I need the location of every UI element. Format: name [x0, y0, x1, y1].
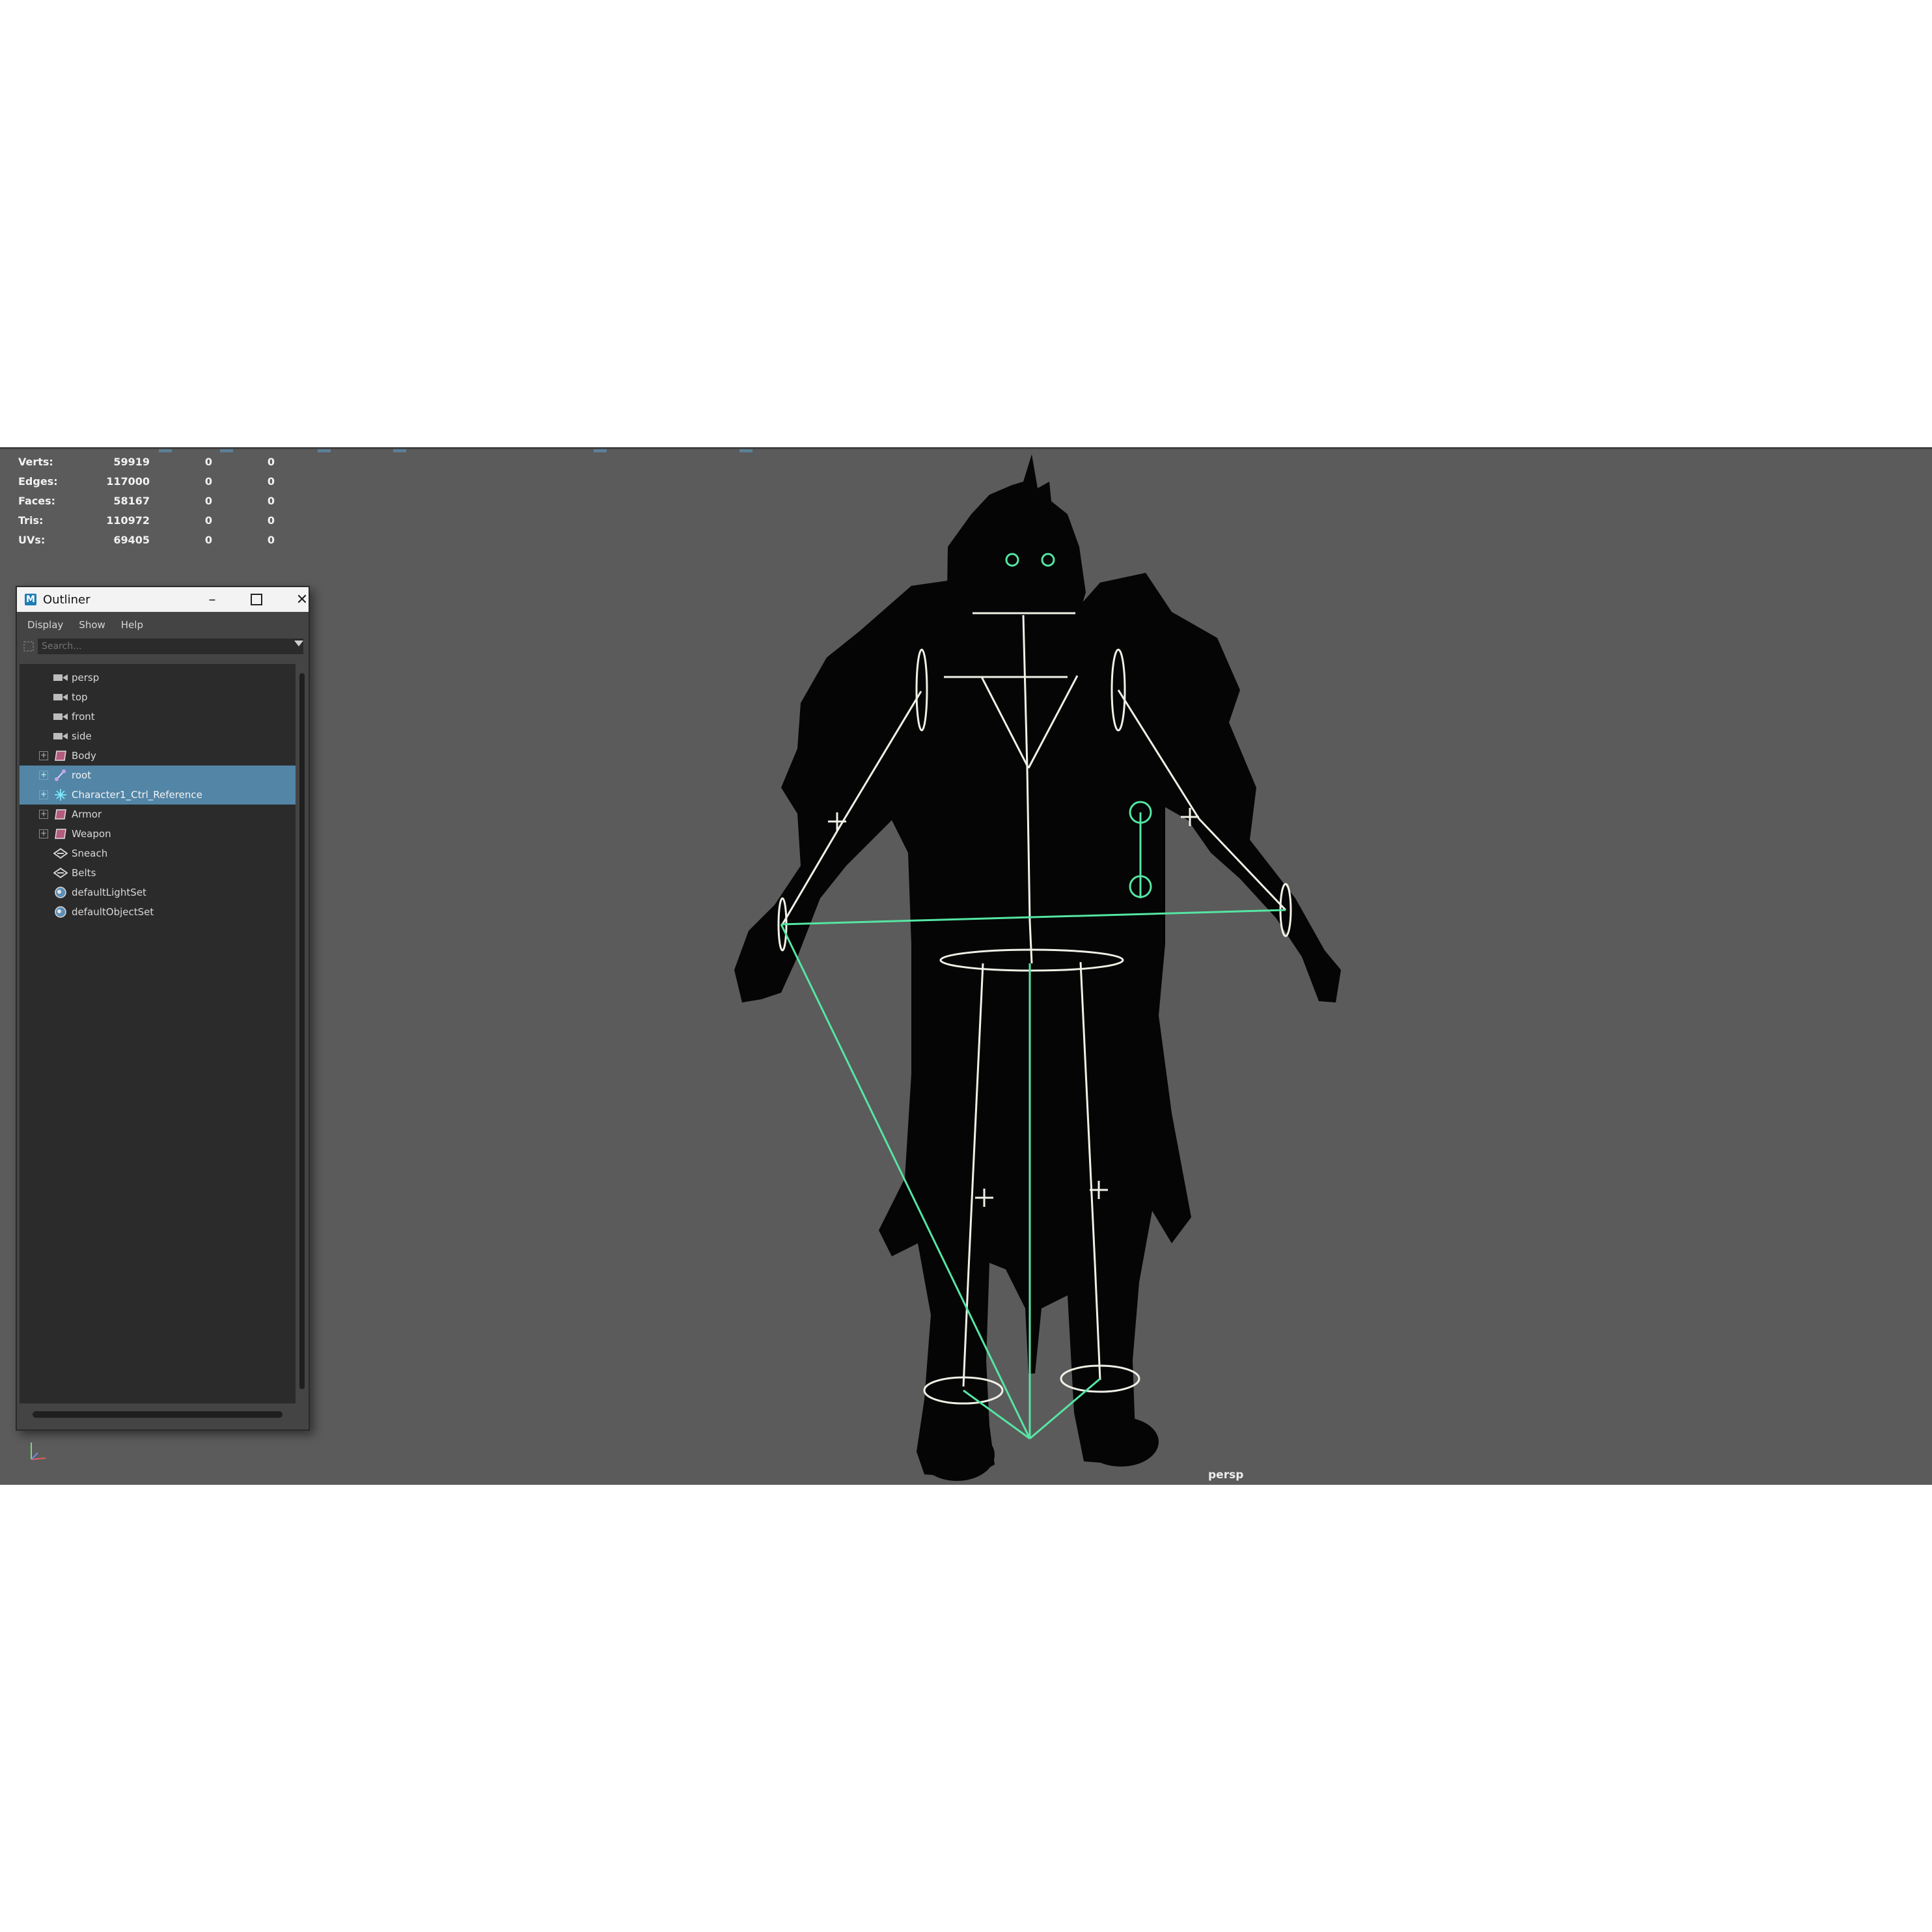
axis-gizmo-icon: [31, 1442, 46, 1460]
hik-control-icon: [53, 788, 68, 801]
joint-icon: [53, 769, 68, 782]
item-label: Armor: [72, 808, 102, 820]
outliner-item-armor[interactable]: + Armor: [20, 805, 296, 824]
outliner-item-root[interactable]: + root: [20, 766, 296, 785]
close-icon[interactable]: ✕: [283, 587, 322, 612]
outliner-item-list[interactable]: persp top front side + Body + root + Cha…: [20, 664, 296, 1403]
mesh-group-icon: [53, 827, 68, 840]
hud-value: 0: [204, 514, 212, 527]
outliner-item-sneach[interactable]: Sneach: [20, 844, 296, 863]
hud-value: 0: [204, 494, 212, 507]
outliner-item-character1-ctrl-reference[interactable]: + Character1_Ctrl_Reference: [20, 785, 296, 805]
hud-value: 117000: [106, 475, 150, 488]
scrollbar-thumb[interactable]: [33, 1411, 283, 1418]
menu-display[interactable]: Display: [27, 619, 63, 631]
hud-value: 0: [267, 533, 275, 546]
item-label: defaultLightSet: [72, 887, 146, 898]
item-label: side: [72, 730, 92, 742]
outliner-item-persp[interactable]: persp: [20, 668, 296, 687]
menu-show[interactable]: Show: [79, 619, 105, 631]
expand-plus-icon[interactable]: +: [39, 790, 48, 799]
hud-row-edges: Edges: 117000 0 0: [18, 471, 275, 491]
expand-plus-icon[interactable]: +: [39, 751, 48, 760]
item-label: Character1_Ctrl_Reference: [72, 789, 202, 801]
outliner-item-side[interactable]: side: [20, 726, 296, 746]
outliner-item-defaultobjectset[interactable]: defaultObjectSet: [20, 902, 296, 922]
maya-logo-icon: M: [25, 594, 36, 605]
hud-value: 0: [204, 455, 212, 468]
outliner-window[interactable]: M Outliner – ✕ Display Show Help persp t…: [16, 586, 310, 1431]
outliner-item-front[interactable]: front: [20, 707, 296, 726]
item-label: persp: [72, 672, 100, 683]
outliner-menubar: Display Show Help: [17, 612, 309, 638]
set-icon: [53, 886, 68, 899]
item-label: Body: [72, 750, 96, 762]
mesh-group-icon: [53, 808, 68, 821]
horizontal-scrollbar[interactable]: [20, 1407, 296, 1420]
camera-icon: [53, 710, 68, 723]
vertical-scrollbar[interactable]: [296, 664, 309, 1403]
expand-plus-icon[interactable]: +: [39, 829, 48, 838]
hud-value: 0: [204, 533, 212, 546]
hud-label: UVs:: [18, 533, 46, 546]
item-label: Belts: [72, 867, 96, 879]
search-options-dropdown-icon[interactable]: [294, 641, 303, 646]
hud-label: Verts:: [18, 455, 53, 468]
camera-icon: [53, 671, 68, 684]
hud-value: 0: [267, 514, 275, 527]
hud-row-faces: Faces: 58167 0 0: [18, 491, 275, 510]
poly-count-hud: Verts: 59919 0 0 Edges: 117000 0 0 Faces…: [18, 452, 275, 549]
hud-label: Tris:: [18, 514, 44, 527]
camera-icon: [53, 691, 68, 704]
minimize-icon[interactable]: –: [193, 587, 232, 612]
expand-plus-icon[interactable]: +: [39, 771, 48, 780]
hud-value: 110972: [106, 514, 150, 527]
item-label: Weapon: [72, 828, 111, 840]
hud-row-verts: Verts: 59919 0 0: [18, 452, 275, 471]
outliner-titlebar[interactable]: M Outliner – ✕: [17, 587, 309, 612]
character-silhouette: [734, 454, 1341, 1481]
search-row: [17, 638, 309, 655]
camera-icon: [53, 730, 68, 743]
outliner-item-weapon[interactable]: + Weapon: [20, 824, 296, 844]
hud-value: 0: [204, 475, 212, 488]
hud-value: 0: [267, 475, 275, 488]
outliner-item-defaultlightset[interactable]: defaultLightSet: [20, 883, 296, 902]
hud-row-tris: Tris: 110972 0 0: [18, 510, 275, 530]
search-input[interactable]: [38, 639, 303, 654]
hud-value: 58167: [113, 494, 150, 507]
item-label: front: [72, 711, 95, 723]
outliner-item-body[interactable]: + Body: [20, 746, 296, 766]
window-title: Outliner: [43, 592, 90, 607]
transform-icon: [53, 866, 68, 879]
hud-label: Edges:: [18, 475, 58, 488]
scrollbar-thumb[interactable]: [299, 673, 305, 1389]
transform-icon: [53, 847, 68, 860]
mesh-group-icon: [53, 749, 68, 762]
outliner-item-top[interactable]: top: [20, 687, 296, 707]
camera-name-label: persp: [1208, 1469, 1244, 1482]
item-label: defaultObjectSet: [72, 906, 154, 918]
item-label: Sneach: [72, 848, 108, 859]
item-label: root: [72, 769, 92, 781]
menu-help[interactable]: Help: [121, 619, 143, 631]
maximize-icon[interactable]: [237, 587, 276, 612]
hud-value: 59919: [113, 455, 150, 468]
expand-plus-icon[interactable]: +: [39, 810, 48, 819]
hud-value: 0: [267, 494, 275, 507]
hud-label: Faces:: [18, 494, 56, 507]
hud-row-uvs: UVs: 69405 0 0: [18, 530, 275, 549]
hud-value: 69405: [113, 533, 150, 546]
set-icon: [53, 905, 68, 918]
item-label: top: [72, 691, 88, 703]
filter-toggle-icon[interactable]: [20, 639, 38, 654]
outliner-item-belts[interactable]: Belts: [20, 863, 296, 883]
hud-value: 0: [267, 455, 275, 468]
